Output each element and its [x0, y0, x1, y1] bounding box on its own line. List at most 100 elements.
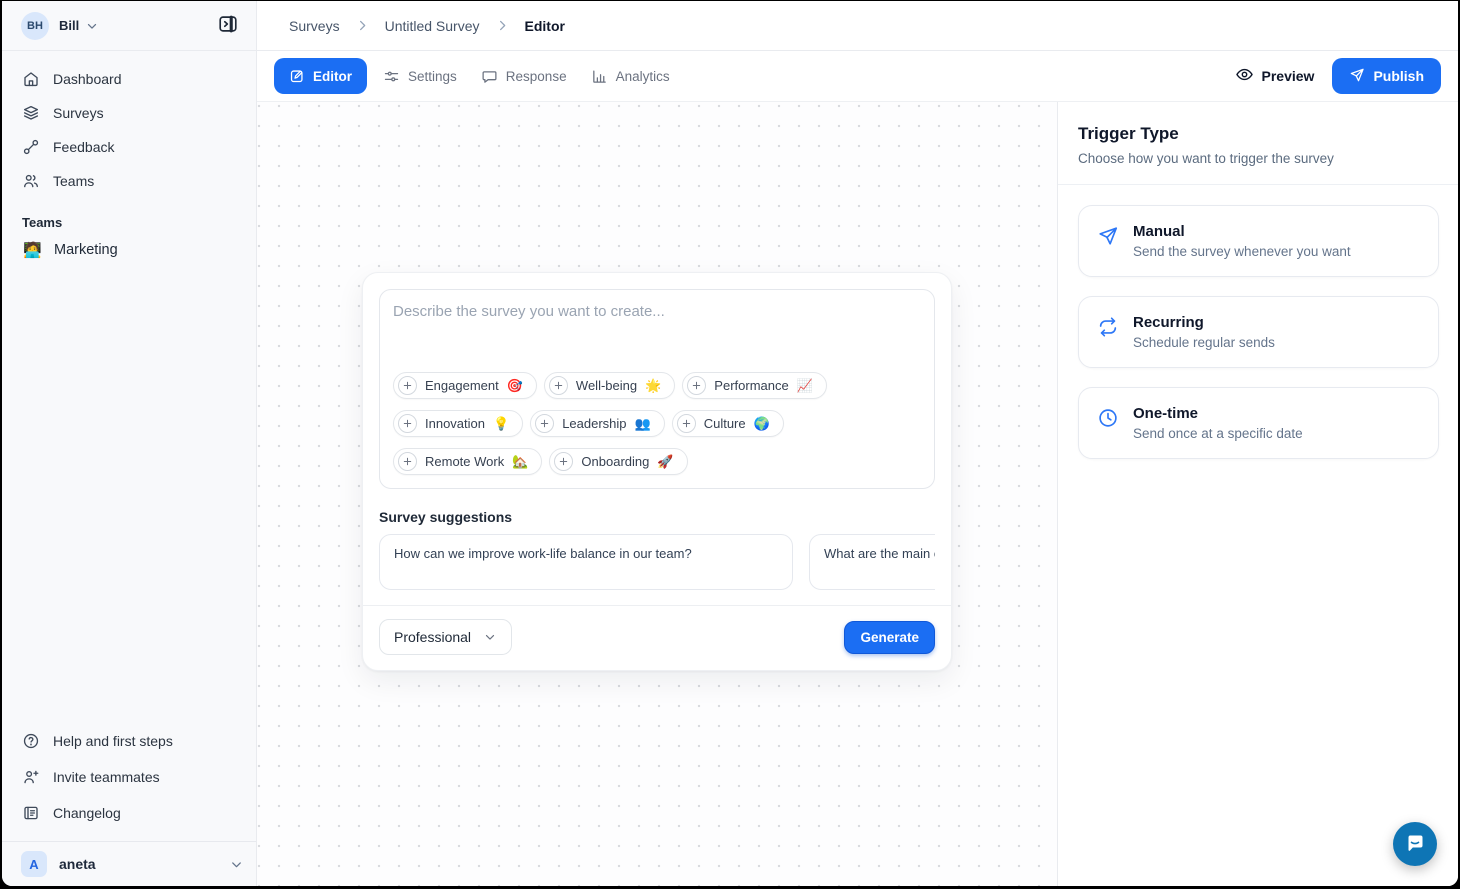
sidebar-item-label: Dashboard: [53, 71, 122, 87]
sidebar-item-invite[interactable]: Invite teammates: [2, 759, 256, 795]
panel-collapse-icon: [217, 13, 239, 38]
preview-button[interactable]: Preview: [1235, 65, 1315, 87]
trigger-panel-subtitle: Choose how you want to trigger the surve…: [1078, 151, 1438, 166]
sidebar-item-marketing[interactable]: 🧑‍💻 Marketing: [2, 234, 256, 266]
sidebar-nav: Dashboard Surveys Feedback Teams: [2, 51, 256, 198]
suggestion-card[interactable]: How can we improve work-life balance in …: [379, 534, 793, 590]
tab-editor[interactable]: Editor: [274, 58, 367, 94]
plus-icon: [549, 376, 568, 395]
main-area: Surveys Untitled Survey Editor Editor: [257, 1, 1458, 886]
chevron-down-icon: [85, 19, 99, 33]
toolbar-right: Preview Publish: [1235, 58, 1442, 94]
sidebar-collapse-button[interactable]: [212, 10, 244, 42]
sidebar-item-help[interactable]: Help and first steps: [2, 723, 256, 759]
chip-leadership[interactable]: Leadership 👥: [530, 410, 665, 437]
plus-icon: [398, 376, 417, 395]
trigger-option-title: One-time: [1133, 405, 1303, 422]
tab-label: Response: [506, 69, 567, 84]
send-icon: [1097, 225, 1119, 247]
trigger-option-text: Recurring Schedule regular sends: [1133, 314, 1275, 350]
chip-culture[interactable]: Culture 🌍: [672, 410, 784, 437]
trigger-option-text: One-time Send once at a specific date: [1133, 405, 1303, 441]
tab-analytics[interactable]: Analytics: [579, 58, 682, 94]
team-emoji: 🧑‍💻: [23, 241, 43, 259]
sidebar-item-dashboard[interactable]: Dashboard: [2, 62, 256, 96]
survey-prompt-box[interactable]: Engagement 🎯 Well-being 🌟 Performance: [379, 289, 935, 489]
tab-label: Settings: [408, 69, 457, 84]
tab-response[interactable]: Response: [469, 58, 579, 94]
chip-performance[interactable]: Performance 📈: [682, 372, 827, 399]
sidebar-item-feedback[interactable]: Feedback: [2, 130, 256, 164]
sidebar-item-surveys[interactable]: Surveys: [2, 96, 256, 130]
plus-icon: [535, 414, 554, 433]
chip-innovation[interactable]: Innovation 💡: [393, 410, 523, 437]
breadcrumb-editor: Editor: [525, 18, 565, 34]
suggestion-card[interactable]: What are the main ob: [809, 534, 935, 590]
sidebar-item-label: Changelog: [53, 805, 121, 821]
tab-label: Analytics: [616, 69, 670, 84]
chip-emoji: 🎯: [507, 379, 523, 392]
composer-footer: Professional Generate: [363, 605, 951, 670]
plus-icon: [554, 452, 573, 471]
user-menu[interactable]: A aneta: [21, 851, 244, 877]
sidebar-item-label: Feedback: [53, 139, 114, 155]
chip-label: Leadership: [562, 416, 626, 431]
chip-label: Well-being: [576, 378, 637, 393]
editor-toolbar: Editor Settings Response Analytics: [257, 51, 1458, 102]
trigger-options: Manual Send the survey whenever you want…: [1058, 185, 1458, 459]
tab-settings[interactable]: Settings: [371, 58, 469, 94]
home-icon: [22, 70, 40, 88]
editor-canvas[interactable]: Engagement 🎯 Well-being 🌟 Performance: [257, 102, 1057, 886]
eye-icon: [1235, 65, 1254, 87]
workspace-avatar: BH: [21, 12, 49, 40]
suggestions-title: Survey suggestions: [379, 509, 935, 525]
chip-emoji: 🚀: [657, 455, 673, 468]
plus-icon: [687, 376, 706, 395]
chip-label: Innovation: [425, 416, 485, 431]
chip-well-being[interactable]: Well-being 🌟: [544, 372, 675, 399]
chat-smile-icon: [1403, 831, 1427, 858]
generate-button[interactable]: Generate: [844, 621, 935, 654]
sidebar-item-teams[interactable]: Teams: [2, 164, 256, 198]
trigger-option-title: Recurring: [1133, 314, 1275, 331]
trigger-option-recurring[interactable]: Recurring Schedule regular sends: [1078, 296, 1439, 368]
chip-onboarding[interactable]: Onboarding 🚀: [549, 448, 687, 475]
users-icon: [22, 172, 40, 190]
sidebar-item-label: Help and first steps: [53, 733, 173, 749]
trigger-panel-title: Trigger Type: [1078, 124, 1438, 144]
chat-bubble-icon: [481, 68, 498, 85]
sidebar-item-changelog[interactable]: Changelog: [2, 795, 256, 831]
chip-remote-work[interactable]: Remote Work 🏡: [393, 448, 542, 475]
sidebar-item-label: Surveys: [53, 105, 104, 121]
survey-prompt-input[interactable]: [393, 303, 921, 372]
bar-chart-icon: [591, 68, 608, 85]
teams-section-title: Teams: [2, 210, 256, 234]
app-window: BH Bill Dashboard Surv: [2, 1, 1458, 886]
layers-icon: [22, 104, 40, 122]
publish-button[interactable]: Publish: [1332, 58, 1441, 94]
suggestions-row: How can we improve work-life balance in …: [379, 534, 935, 590]
sidebar-footer: Help and first steps Invite teammates Ch…: [2, 723, 256, 886]
trigger-option-one-time[interactable]: One-time Send once at a specific date: [1078, 387, 1439, 459]
trigger-option-description: Send the survey whenever you want: [1133, 244, 1351, 259]
workspace-switcher[interactable]: BH Bill: [2, 1, 256, 51]
chip-engagement[interactable]: Engagement 🎯: [393, 372, 537, 399]
trigger-option-manual[interactable]: Manual Send the survey whenever you want: [1078, 205, 1439, 277]
trigger-option-description: Send once at a specific date: [1133, 426, 1303, 441]
chevron-down-icon: [229, 857, 244, 872]
sliders-icon: [383, 68, 400, 85]
chip-label: Culture: [704, 416, 746, 431]
tone-select-value: Professional: [394, 629, 471, 645]
tone-select[interactable]: Professional: [379, 619, 512, 655]
breadcrumb-untitled-survey[interactable]: Untitled Survey: [385, 18, 480, 34]
sidebar-spacer: [2, 266, 256, 723]
chat-launcher-button[interactable]: [1393, 822, 1437, 866]
team-label: Marketing: [54, 242, 118, 258]
breadcrumb-surveys[interactable]: Surveys: [289, 18, 340, 34]
sidebar-user-wrap: A aneta: [2, 841, 256, 886]
user-name: aneta: [59, 856, 96, 872]
sidebar-item-label: Teams: [53, 173, 94, 189]
chip-emoji: 🏡: [512, 455, 528, 468]
plus-icon: [398, 452, 417, 471]
chip-label: Remote Work: [425, 454, 504, 469]
